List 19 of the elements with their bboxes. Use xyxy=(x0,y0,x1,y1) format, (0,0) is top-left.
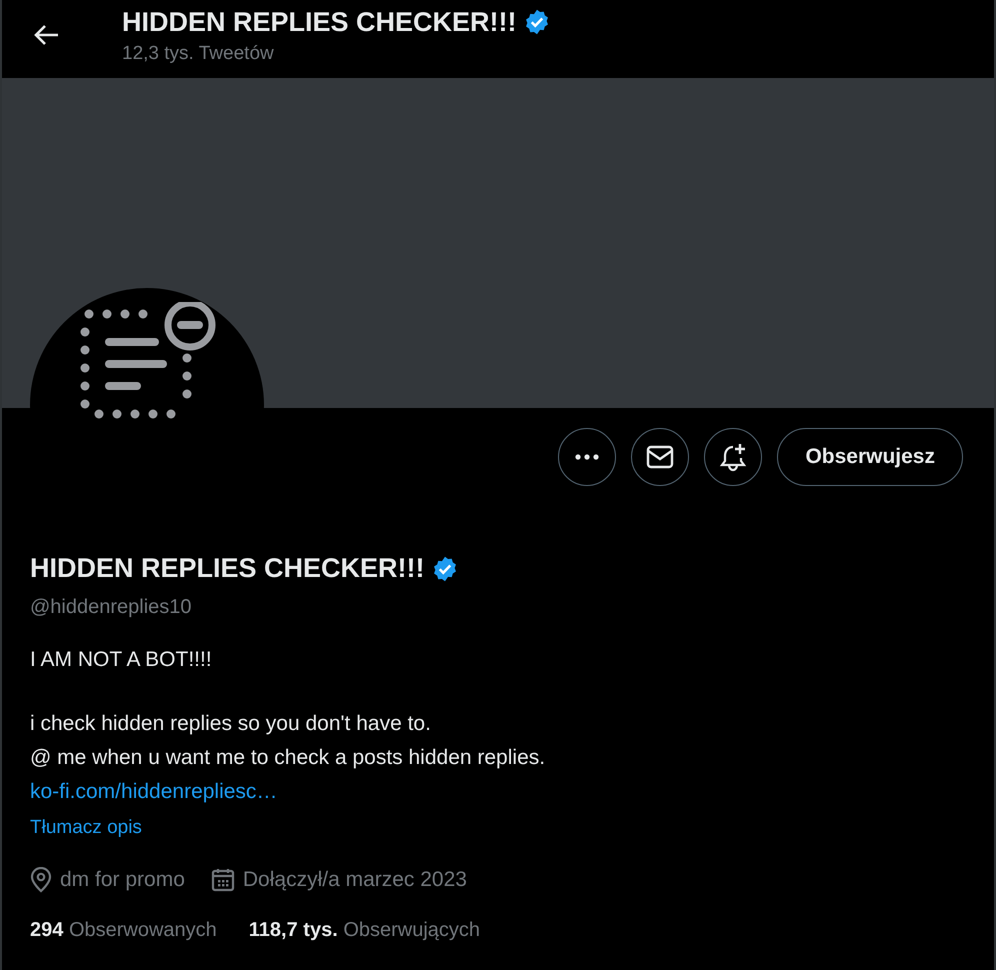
back-arrow-icon xyxy=(34,24,60,46)
follow-stat-link[interactable]: 294 Obserwowanych xyxy=(30,919,217,942)
location-pin-icon xyxy=(30,867,52,893)
calendar-icon xyxy=(210,868,235,892)
join-date: Dołączył/a marzec 2023 xyxy=(242,868,467,892)
bell-plus-icon xyxy=(718,442,748,472)
translate-link[interactable]: Tłumacz opis xyxy=(30,817,142,839)
follow-stat-link[interactable]: 118,7 tys. Obserwujących xyxy=(248,919,480,942)
bio-text: i check hidden replies so you don't have to. @ me when u want me to check a posts hidden replies. xyxy=(30,711,546,771)
bio-text: I AM NOT A BOT!!!! xyxy=(30,647,213,673)
more-icon xyxy=(575,454,600,460)
profile-title: HIDDEN REPLIES CHECKER!!! xyxy=(122,6,517,39)
tweet-count: 12,3 tys. Tweetów xyxy=(122,43,275,65)
profile-name: HIDDEN REPLIES CHECKER!!! xyxy=(30,553,425,584)
envelope-icon xyxy=(646,445,674,469)
location-text: dm for promo xyxy=(60,868,185,892)
profile-handle: @hiddenreplies10 xyxy=(30,596,193,619)
following-button[interactable]: Obserwujesz xyxy=(777,428,963,486)
bio-link[interactable]: ko-fi.com/hiddenrepliesc… xyxy=(30,775,278,809)
